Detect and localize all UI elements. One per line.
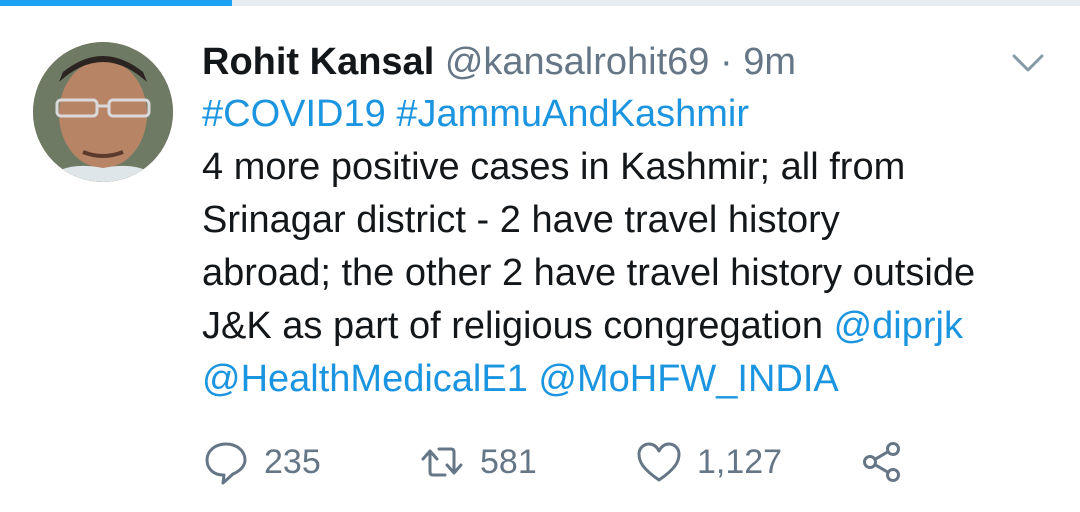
- like-count: 1,127: [697, 443, 783, 481]
- tweet-line: J&K as part of religious congregation: [202, 305, 824, 347]
- mentions-line: @HealthMedicalE1 @MoHFW_INDIA: [202, 353, 1062, 406]
- avatar[interactable]: [33, 42, 173, 182]
- tweet-line: Srinagar district - 2 have travel histor…: [202, 199, 840, 241]
- retweet-icon: [421, 447, 463, 477]
- retweet-count: 581: [480, 443, 537, 481]
- like-button[interactable]: 1,127: [635, 437, 782, 487]
- chevron-down-icon[interactable]: [1010, 52, 1046, 74]
- top-progress-track: [0, 0, 1080, 6]
- tweet-text: #COVID19 #JammuAndKashmir 4 more positiv…: [202, 88, 1062, 406]
- like-icon: [637, 442, 681, 482]
- reply-count: 235: [264, 443, 321, 481]
- hashtag-covid19[interactable]: #COVID19: [202, 93, 386, 135]
- share-button[interactable]: [858, 437, 906, 487]
- hashtag-jammuandkashmir[interactable]: #JammuAndKashmir: [396, 93, 749, 135]
- mention-mohfw-india[interactable]: @MoHFW_INDIA: [538, 358, 838, 400]
- header-separator: ·: [719, 41, 733, 83]
- tweet-line-with-mention: J&K as part of religious congregation @d…: [202, 300, 1062, 353]
- author-name[interactable]: Rohit Kansal: [202, 41, 434, 83]
- author-handle[interactable]: @kansalrohit69: [445, 41, 710, 83]
- top-progress-bar: [0, 0, 232, 6]
- hashtag-line: #COVID19 #JammuAndKashmir: [202, 88, 1062, 141]
- retweet-button[interactable]: 581: [418, 437, 537, 487]
- mention-diprjk[interactable]: @diprjk: [834, 305, 963, 347]
- share-icon: [863, 442, 900, 482]
- mention-healthmedicale1[interactable]: @HealthMedicalE1: [202, 358, 528, 400]
- tweet-time[interactable]: 9m: [743, 41, 796, 83]
- reply-button[interactable]: 235: [202, 437, 321, 487]
- tweet-line: 4 more positive cases in Kashmir; all fr…: [202, 146, 906, 188]
- tweet-header: Rohit Kansal @kansalrohit69 · 9m: [202, 36, 796, 88]
- tweet-line: abroad; the other 2 have travel history …: [202, 252, 976, 294]
- reply-icon: [205, 442, 247, 485]
